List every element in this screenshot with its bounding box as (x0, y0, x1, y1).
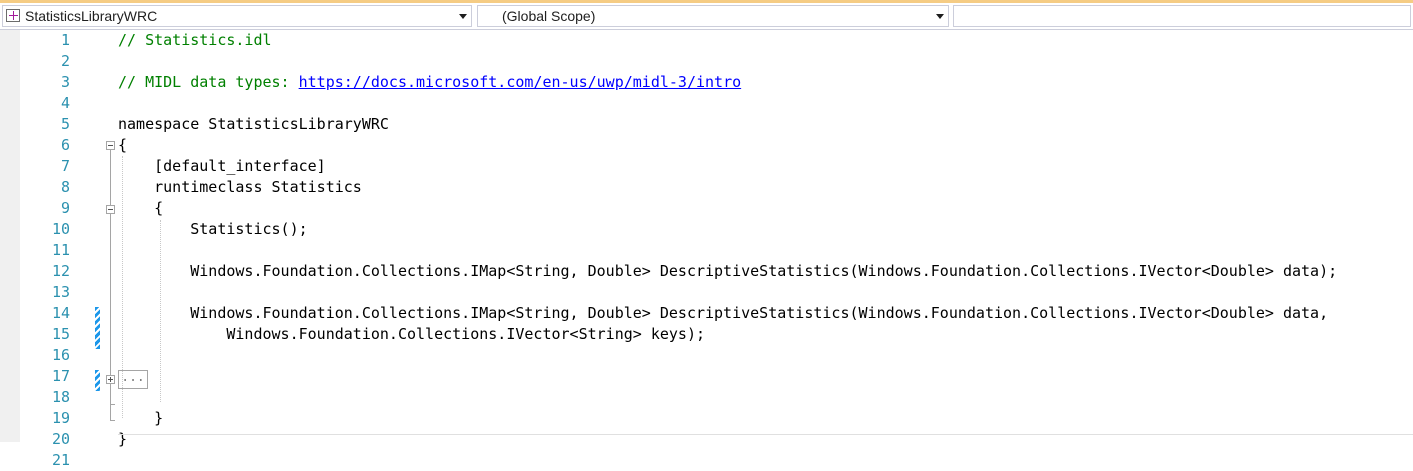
code-token: [default_interface] (118, 157, 326, 175)
code-line[interactable]: 18 (0, 387, 1413, 408)
code-line[interactable]: 3 // MIDL data types: https://docs.micros… (0, 72, 1413, 93)
line-number: 16 (51, 346, 70, 364)
code-line[interactable]: 8 runtimeclass Statistics (0, 177, 1413, 198)
line-number: 12 (51, 262, 70, 280)
line-number: 21 (51, 451, 70, 469)
line-number: 15 (51, 325, 70, 343)
code-line[interactable]: 11 (0, 240, 1413, 261)
line-number: 19 (51, 409, 70, 427)
line-number: 17 (51, 367, 70, 385)
code-line[interactable]: 6{ (0, 135, 1413, 156)
code-line[interactable]: 13 (0, 282, 1413, 303)
chevron-down-icon (936, 14, 944, 19)
code-line[interactable]: 19 } (0, 408, 1413, 429)
code-token: // MIDL data types: (118, 73, 299, 91)
line-number: 1 (60, 31, 70, 49)
code-text: } (118, 429, 127, 450)
line-number: 18 (51, 388, 70, 406)
code-text: Windows.Foundation.Collections.IMap<Stri… (118, 303, 1328, 324)
line-number: 6 (60, 136, 70, 154)
code-line[interactable]: 10 Statistics(); (0, 219, 1413, 240)
code-text: runtimeclass Statistics (118, 177, 362, 198)
current-line-highlight (118, 434, 1413, 435)
navigation-bar: StatisticsLibraryWRC (Global Scope) (0, 3, 1413, 30)
code-text: // Statistics.idl (118, 30, 272, 51)
code-line[interactable]: 2 (0, 51, 1413, 72)
code-token: } (118, 409, 164, 427)
code-line[interactable]: 5 namespace StatisticsLibraryWRC (0, 114, 1413, 135)
code-text: [default_interface] (118, 156, 326, 177)
code-text: Windows.Foundation.Collections.IVector<S… (118, 324, 705, 345)
code-token: { (118, 199, 164, 217)
line-number: 14 (51, 304, 70, 322)
code-line[interactable]: 14 Windows.Foundation.Collections.IMap<S… (0, 303, 1413, 324)
line-number: 7 (60, 157, 70, 175)
code-text: { (118, 198, 163, 219)
line-number: 20 (51, 430, 70, 448)
scope-dropdown-label: (Global Scope) (502, 8, 596, 24)
code-editor[interactable]: ... 1// Statistics.idl 2 3// MIDL data typ… (0, 30, 1413, 469)
project-icon (6, 9, 20, 22)
code-line[interactable]: 4 (0, 93, 1413, 114)
chevron-down-icon (459, 14, 467, 19)
line-number: 11 (51, 241, 70, 259)
line-number: 4 (60, 94, 70, 112)
code-text: namespace StatisticsLibraryWRC (118, 114, 389, 135)
line-number: 8 (60, 178, 70, 196)
member-dropdown[interactable] (953, 5, 1411, 27)
project-dropdown[interactable]: StatisticsLibraryWRC (2, 5, 472, 27)
code-token: runtimeclass Statistics (118, 178, 362, 196)
code-line[interactable]: 20} (0, 429, 1413, 450)
line-number: 10 (51, 220, 70, 238)
code-line[interactable]: 12 Windows.Foundation.Collections.IMap<S… (0, 261, 1413, 282)
code-token: } (118, 430, 128, 448)
hyperlink[interactable]: https://docs.microsoft.com/en-us/uwp/mid… (299, 73, 742, 91)
code-text: Statistics(); (118, 219, 308, 240)
code-text: Windows.Foundation.Collections.IMap<Stri… (118, 261, 1337, 282)
code-line[interactable]: 15 Windows.Foundation.Collections.IVecto… (0, 324, 1413, 345)
code-text: } (118, 408, 163, 429)
code-token: // Statistics.idl (118, 31, 272, 49)
code-line[interactable]: 7 [default_interface] (0, 156, 1413, 177)
line-number: 3 (60, 73, 70, 91)
code-line[interactable]: 21 (0, 450, 1413, 471)
code-text: { (118, 135, 127, 156)
code-token: { (118, 136, 128, 154)
line-number: 2 (60, 52, 70, 70)
line-number: 9 (60, 199, 70, 217)
code-token: Statistics(); (118, 220, 308, 238)
code-token: namespace StatisticsLibraryWRC (118, 115, 389, 133)
line-number: 13 (51, 283, 70, 301)
code-line[interactable]: 9 { (0, 198, 1413, 219)
code-token: Windows.Foundation.Collections.IMap<Stri… (118, 262, 1338, 280)
code-token: Windows.Foundation.Collections.IVector<S… (118, 325, 705, 343)
code-line[interactable]: 1 // Statistics.idl (0, 30, 1413, 51)
code-line[interactable]: 17 (0, 366, 1413, 387)
line-number: 5 (60, 115, 70, 133)
scope-dropdown[interactable]: (Global Scope) (477, 5, 949, 27)
code-line[interactable]: 16 (0, 345, 1413, 366)
project-dropdown-label: StatisticsLibraryWRC (25, 8, 158, 24)
code-text: // MIDL data types: https://docs.microso… (118, 72, 741, 93)
code-token: Windows.Foundation.Collections.IMap<Stri… (118, 304, 1329, 322)
